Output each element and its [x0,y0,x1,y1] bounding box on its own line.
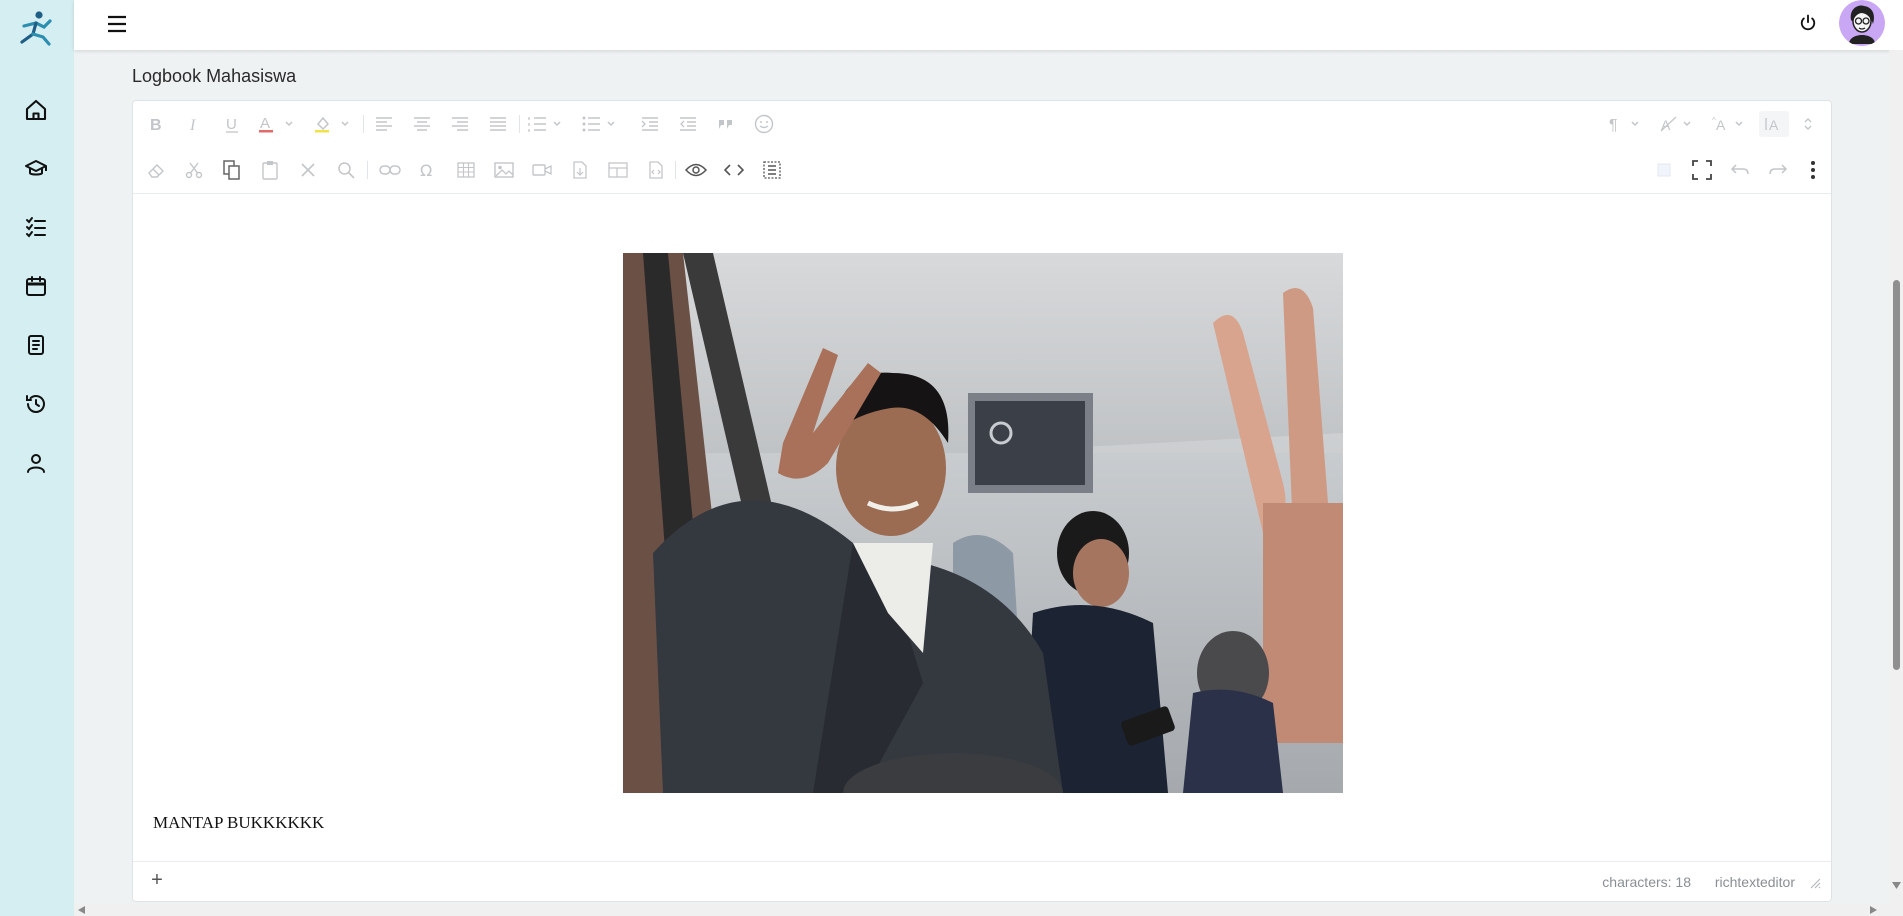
align-right-icon[interactable] [447,111,473,137]
font-family-icon[interactable]: A [1659,111,1699,137]
insert-document-icon[interactable] [567,157,593,183]
history-icon [26,395,45,413]
text-color-icon[interactable]: A [257,111,299,137]
emoji-icon[interactable] [751,111,777,137]
sidebar-item-history[interactable] [19,387,53,421]
resize-handle-icon[interactable] [1809,876,1821,889]
sidebar [0,0,74,916]
document-icon [28,335,44,355]
outdent-icon[interactable] [675,111,701,137]
sidebar-item-home[interactable] [19,93,53,127]
svg-text:A: A [1769,117,1779,133]
cut-icon[interactable] [181,157,207,183]
align-left-icon[interactable] [371,111,397,137]
align-justify-icon[interactable] [485,111,511,137]
add-block-button[interactable]: + [147,869,167,891]
svg-text:A: A [1661,117,1671,133]
runner-logo-icon[interactable] [16,8,56,48]
bold-icon[interactable]: B [143,111,169,137]
home-icon [25,99,47,121]
horizontal-scrollbar[interactable] [74,904,1889,916]
sidebar-item-courses[interactable] [19,152,53,186]
scroll-right-icon[interactable] [1870,906,1877,914]
link-icon[interactable] [377,157,403,183]
vertical-scrollbar[interactable] [1889,50,1903,916]
user-icon [27,454,45,473]
video-icon[interactable] [529,157,555,183]
avatar[interactable] [1839,0,1885,46]
copy-icon[interactable] [219,157,245,183]
svg-text:^: ^ [1712,116,1716,125]
editor-statusbar: + characters: 18 richtexteditor [133,861,1831,901]
graduation-cap-icon [25,160,47,176]
highlight-color-icon[interactable] [313,111,355,137]
svg-text:A: A [1716,117,1726,133]
italic-icon[interactable]: I [181,111,207,137]
character-count: characters: 18 [1602,874,1691,890]
editor-brand: richtexteditor [1714,874,1795,890]
more-options-icon[interactable] [1803,157,1823,183]
svg-text:A: A [260,115,270,132]
underline-icon[interactable]: U [219,111,245,137]
eraser-icon[interactable] [143,157,169,183]
preview-icon[interactable] [683,157,709,183]
editor-toolbar-row-1: B I U A ¶ A A ^ A [133,101,1831,148]
editor-content[interactable]: MANTAP BUKKKKKK [133,193,1831,861]
calendar-icon [26,276,46,296]
paragraph-format-icon[interactable]: ¶ [1607,111,1647,137]
svg-text:I: I [189,117,196,133]
svg-text:Ω: Ω [420,161,432,179]
image-icon[interactable] [491,157,517,183]
line-height-icon[interactable]: A [1759,111,1789,137]
content-paragraph[interactable]: MANTAP BUKKKKKK [153,813,324,833]
sidebar-item-profile[interactable] [19,446,53,480]
sidebar-item-reports[interactable] [19,328,53,362]
special-character-icon[interactable]: Ω [415,157,441,183]
editor-toolbar-row-2: Ω [133,147,1831,194]
blockquote-icon[interactable] [713,111,739,137]
power-icon[interactable] [1796,11,1820,35]
svg-text:U: U [226,116,237,133]
unordered-list-icon[interactable] [581,111,621,137]
font-size-icon[interactable]: A ^ [1711,111,1751,137]
template-icon[interactable] [605,157,631,183]
checklist-icon [26,217,46,238]
top-bar [74,0,1903,50]
table-icon[interactable] [453,157,479,183]
page-title: Logbook Mahasiswa [132,66,297,86]
rich-text-editor: B I U A ¶ A A ^ A Ω MANTAP BUKKKKKK + ch… [132,100,1832,902]
select-all-icon[interactable] [759,157,785,183]
insert-code-icon[interactable] [643,157,669,183]
fullscreen-icon[interactable] [1689,157,1715,183]
maximize-frame-icon[interactable] [1651,157,1677,183]
ordered-list-icon[interactable] [527,111,567,137]
indent-icon[interactable] [637,111,663,137]
code-view-icon[interactable] [721,157,747,183]
hamburger-icon[interactable] [104,11,130,37]
svg-text:¶: ¶ [1609,117,1618,133]
sidebar-item-tasks[interactable] [19,210,53,244]
find-icon[interactable] [333,157,359,183]
svg-text:B: B [150,117,162,133]
scroll-down-icon[interactable] [1892,882,1901,890]
align-center-icon[interactable] [409,111,435,137]
scroll-left-icon[interactable] [78,906,85,914]
sidebar-item-calendar[interactable] [19,269,53,303]
undo-icon[interactable] [1727,157,1753,183]
redo-icon[interactable] [1765,157,1791,183]
vertical-scrollbar-thumb[interactable] [1893,280,1900,670]
more-format-icon[interactable] [1795,111,1821,137]
paste-icon[interactable] [257,157,283,183]
remove-icon[interactable] [295,157,321,183]
embedded-photo[interactable] [623,253,1343,793]
